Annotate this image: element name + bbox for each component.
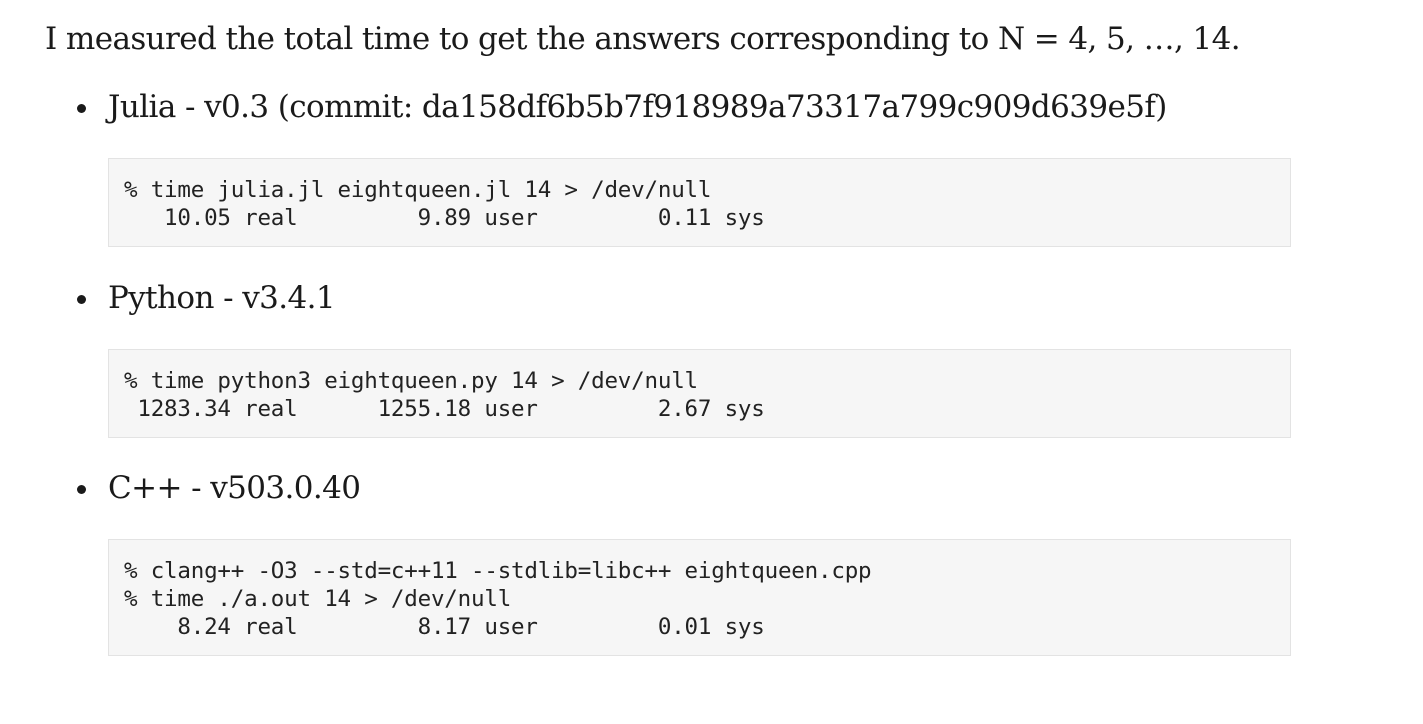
item-title-julia: Julia - v0.3 (commit: da158df6b5b7f91898… (108, 89, 1167, 125)
code-line: 1283.34 real 1255.18 user 2.67 sys (124, 396, 765, 422)
item-title-python: Python - v3.4.1 (108, 280, 336, 316)
code-block-cpp: % clang++ -O3 --std=c++11 --stdlib=libc+… (108, 539, 1291, 656)
code-line: % clang++ -O3 --std=c++11 --stdlib=libc+… (124, 558, 872, 584)
code-block-julia: % time julia.jl eightqueen.jl 14 > /dev/… (108, 158, 1291, 247)
code-line: % time julia.jl eightqueen.jl 14 > /dev/… (124, 177, 712, 203)
bullet-icon (77, 485, 86, 494)
code-line: % time python3 eightqueen.py 14 > /dev/n… (124, 368, 698, 394)
bullet-icon (77, 295, 86, 304)
intro-paragraph: I measured the total time to get the ans… (45, 21, 1241, 57)
bullet-icon (77, 104, 86, 113)
item-title-cpp: C++ - v503.0.40 (108, 470, 361, 506)
code-line: 8.24 real 8.17 user 0.01 sys (124, 614, 765, 640)
code-block-python: % time python3 eightqueen.py 14 > /dev/n… (108, 349, 1291, 438)
code-line: % time ./a.out 14 > /dev/null (124, 586, 512, 612)
code-line: 10.05 real 9.89 user 0.11 sys (124, 205, 765, 231)
